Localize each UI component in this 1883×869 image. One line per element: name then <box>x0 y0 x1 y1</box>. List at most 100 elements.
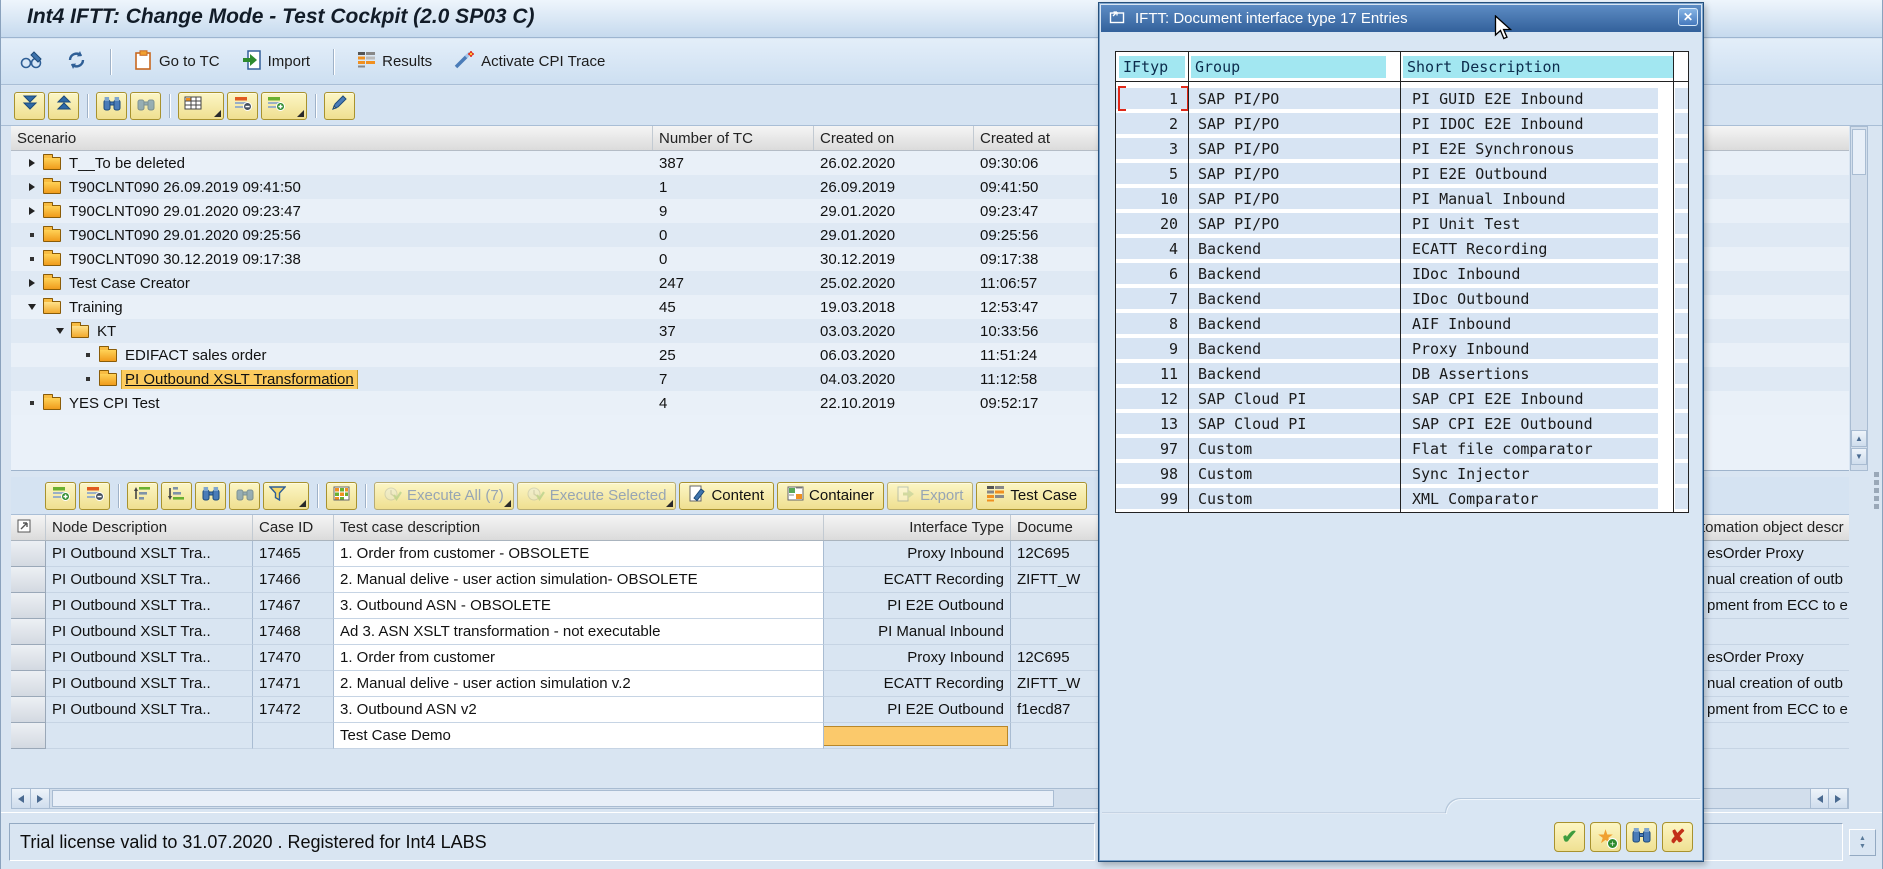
tree-expander[interactable] <box>25 156 39 170</box>
scroll-right-button[interactable] <box>31 789 50 808</box>
collapse-all-button[interactable] <box>48 92 79 120</box>
row-select-cell[interactable] <box>11 697 46 723</box>
cell-short-description[interactable]: SAP CPI E2E Inbound <box>1400 388 1658 409</box>
tree-expander[interactable] <box>81 372 95 386</box>
cell-iftyp[interactable]: 4 <box>1116 238 1188 259</box>
cell-short-description[interactable]: PI E2E Outbound <box>1400 163 1658 184</box>
container-button[interactable]: Container <box>777 482 884 510</box>
tree-expander[interactable] <box>53 324 67 338</box>
tree-node-label[interactable]: T90CLNT090 29.01.2020 09:25:56 <box>66 226 304 245</box>
cell-short-description[interactable]: Sync Injector <box>1400 463 1658 484</box>
cell-iftyp[interactable]: 2 <box>1116 113 1188 134</box>
cell-iftyp[interactable]: 8 <box>1116 313 1188 334</box>
interface-type-row[interactable]: 3 SAP PI/PO PI E2E Synchronous <box>1116 138 1688 159</box>
cell-short-description[interactable]: DB Assertions <box>1400 363 1658 384</box>
cell-group[interactable]: Backend <box>1188 288 1400 309</box>
activate-row-button[interactable] <box>261 92 307 120</box>
delete-row-button[interactable] <box>79 482 110 510</box>
scroll-left-button[interactable] <box>12 789 31 808</box>
cell-iftyp[interactable]: 3 <box>1116 138 1188 159</box>
cell-group[interactable]: SAP PI/PO <box>1188 163 1400 184</box>
scroll-left-button[interactable] <box>1810 789 1829 808</box>
resize-grip[interactable] <box>1874 472 1880 512</box>
cell-short-description[interactable]: AIF Inbound <box>1400 313 1658 334</box>
dialog-new-entries-button[interactable]: ★ + <box>1590 822 1621 852</box>
cell-iftyp[interactable]: 5 <box>1116 163 1188 184</box>
cell-group[interactable]: SAP Cloud PI <box>1188 413 1400 434</box>
interface-type-row[interactable]: 4 Backend ECATT Recording <box>1116 238 1688 259</box>
tree-node-label[interactable]: T__To be deleted <box>66 154 188 173</box>
tree-expander[interactable] <box>25 396 39 410</box>
execute-selected-button[interactable]: Execute Selected <box>517 482 677 510</box>
tree-vertical-scrollbar[interactable]: ▲ ▼ <box>1850 126 1868 471</box>
scroll-down-button[interactable]: ▼ <box>1851 448 1867 465</box>
dialog-cancel-button[interactable]: ✘ <box>1662 822 1693 852</box>
cell-iftyp[interactable]: 10 <box>1116 188 1188 209</box>
interface-type-row[interactable]: 20 SAP PI/PO PI Unit Test <box>1116 213 1688 234</box>
sort-ascending-button[interactable] <box>127 482 158 510</box>
cell-group[interactable]: Custom <box>1188 438 1400 459</box>
cell-group[interactable]: Custom <box>1188 463 1400 484</box>
cell-iftyp[interactable]: 13 <box>1116 413 1188 434</box>
insert-row-button[interactable] <box>45 482 76 510</box>
import-button[interactable]: Import <box>235 47 318 77</box>
deactivate-row-button[interactable] <box>227 92 258 120</box>
cell-iftyp[interactable]: 99 <box>1116 488 1188 509</box>
tree-node-label[interactable]: YES CPI Test <box>66 394 163 413</box>
row-select-cell[interactable] <box>11 567 46 593</box>
tree-expander[interactable] <box>25 180 39 194</box>
interface-type-row[interactable]: 97 Custom Flat file comparator <box>1116 438 1688 459</box>
cell-group[interactable]: Backend <box>1188 263 1400 284</box>
cell-iftyp[interactable]: 1 <box>1116 88 1188 109</box>
grid-header-test-case-description[interactable]: Test case description <box>334 515 824 540</box>
cell-group[interactable]: Backend <box>1188 313 1400 334</box>
header-group[interactable]: Group <box>1188 52 1400 81</box>
cell-short-description[interactable]: Proxy Inbound <box>1400 338 1658 359</box>
interface-type-row[interactable]: 7 Backend IDoc Outbound <box>1116 288 1688 309</box>
dialog-close-button[interactable]: ✕ <box>1678 8 1698 26</box>
dialog-continue-button[interactable]: ✔ <box>1554 822 1585 852</box>
interface-type-input[interactable] <box>824 726 1008 746</box>
cell-test-case-description[interactable]: 3. Outbound ASN v2 <box>334 697 824 723</box>
cell-group[interactable]: Backend <box>1188 338 1400 359</box>
cell-test-case-description[interactable]: 1. Order from customer - OBSOLETE <box>334 541 824 567</box>
cell-group[interactable]: Custom <box>1188 488 1400 509</box>
tree-header-number-of-tc[interactable]: Number of TC <box>653 126 814 150</box>
cell-group[interactable]: SAP PI/PO <box>1188 213 1400 234</box>
cell-test-case-description[interactable]: 3. Outbound ASN - OBSOLETE <box>334 593 824 619</box>
tree-node-label[interactable]: Test Case Creator <box>66 274 193 293</box>
scroll-up-button[interactable]: ▲ <box>1851 430 1867 447</box>
header-iftyp[interactable]: IFtyp <box>1116 52 1188 81</box>
cell-short-description[interactable]: PI IDOC E2E Inbound <box>1400 113 1658 134</box>
test-case-button[interactable]: Test Case <box>976 482 1087 510</box>
interface-type-row[interactable]: 1 SAP PI/PO PI GUID E2E Inbound <box>1116 88 1688 109</box>
grid-find-button[interactable] <box>195 482 226 510</box>
cell-short-description[interactable]: PI E2E Synchronous <box>1400 138 1658 159</box>
tree-expander[interactable] <box>25 228 39 242</box>
display-change-button[interactable] <box>13 47 51 76</box>
cell-group[interactable]: Backend <box>1188 238 1400 259</box>
cell-iftyp[interactable]: 97 <box>1116 438 1188 459</box>
tree-header-created-on[interactable]: Created on <box>814 126 974 150</box>
go-to-tc-button[interactable]: Go to TC <box>127 47 227 77</box>
dialog-title-bar[interactable]: IFTT: Document interface type 17 Entries <box>1101 5 1701 32</box>
tree-node-label[interactable]: KT <box>94 322 119 341</box>
interface-type-row[interactable]: 5 SAP PI/PO PI E2E Outbound <box>1116 163 1688 184</box>
refresh-button[interactable] <box>59 47 94 77</box>
cell-test-case-description[interactable]: 2. Manual delive - user action simulatio… <box>334 567 824 593</box>
tree-node-label[interactable]: T90CLNT090 29.01.2020 09:23:47 <box>66 202 304 221</box>
cell-test-case-description[interactable]: Ad 3. ASN XSLT transformation - not exec… <box>334 619 824 645</box>
interface-type-row[interactable]: 13 SAP Cloud PI SAP CPI E2E Outbound <box>1116 413 1688 434</box>
cell-short-description[interactable]: Flat file comparator <box>1400 438 1658 459</box>
scrollbar-thumb[interactable] <box>1852 129 1866 175</box>
cell-iftyp[interactable]: 11 <box>1116 363 1188 384</box>
row-select-cell[interactable] <box>11 619 46 645</box>
cell-test-case-description[interactable]: 1. Order from customer <box>334 645 824 671</box>
sort-descending-button[interactable] <box>161 482 192 510</box>
tree-node-label[interactable]: T90CLNT090 26.09.2019 09:41:50 <box>66 178 304 197</box>
scrollbar-thumb[interactable] <box>52 790 1054 807</box>
header-short-description[interactable]: Short Description <box>1400 52 1688 81</box>
cell-iftyp[interactable]: 98 <box>1116 463 1188 484</box>
execute-all-button[interactable]: Execute All (7) <box>374 482 514 510</box>
column-settings-button[interactable] <box>178 92 224 120</box>
